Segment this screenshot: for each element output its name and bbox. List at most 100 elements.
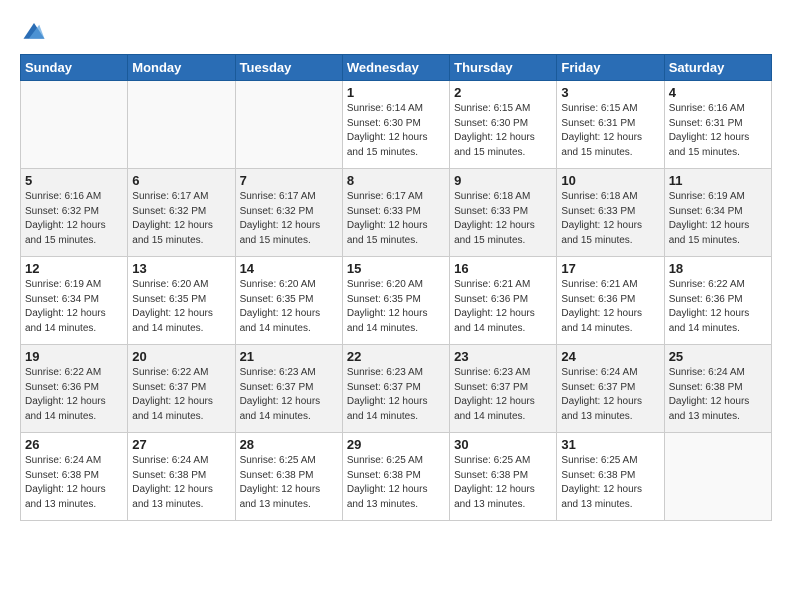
weekday-header-row: SundayMondayTuesdayWednesdayThursdayFrid… <box>21 55 772 81</box>
day-info: Sunrise: 6:17 AM Sunset: 6:32 PM Dayligh… <box>240 190 338 248</box>
calendar-cell: 1 Sunrise: 6:14 AM Sunset: 6:30 PM Daylig… <box>342 81 449 169</box>
day-info: Sunrise: 6:20 AM Sunset: 6:35 PM Dayligh… <box>347 278 445 336</box>
calendar-cell: 15 Sunrise: 6:20 AM Sunset: 6:35 PM Dayli… <box>342 257 449 345</box>
day-number: 4 <box>669 85 767 100</box>
day-number: 31 <box>561 437 659 452</box>
calendar-cell: 6 Sunrise: 6:17 AM Sunset: 6:32 PM Daylig… <box>128 169 235 257</box>
day-info: Sunrise: 6:21 AM Sunset: 6:36 PM Dayligh… <box>561 278 659 336</box>
day-info: Sunrise: 6:25 AM Sunset: 6:38 PM Dayligh… <box>454 454 552 512</box>
day-number: 2 <box>454 85 552 100</box>
day-info: Sunrise: 6:22 AM Sunset: 6:36 PM Dayligh… <box>669 278 767 336</box>
calendar-cell: 16 Sunrise: 6:21 AM Sunset: 6:36 PM Dayli… <box>450 257 557 345</box>
day-number: 3 <box>561 85 659 100</box>
calendar-week-row: 19Sunrise: 6:22 AM Sunset: 6:36 PM Dayli… <box>21 345 772 433</box>
day-info: Sunrise: 6:23 AM Sunset: 6:37 PM Dayligh… <box>240 366 338 424</box>
day-number: 5 <box>25 173 123 188</box>
day-info: Sunrise: 6:22 AM Sunset: 6:37 PM Dayligh… <box>132 366 230 424</box>
day-info: Sunrise: 6:24 AM Sunset: 6:37 PM Dayligh… <box>561 366 659 424</box>
day-number: 21 <box>240 349 338 364</box>
calendar-cell: 8 Sunrise: 6:17 AM Sunset: 6:33 PM Daylig… <box>342 169 449 257</box>
calendar-cell: 3 Sunrise: 6:15 AM Sunset: 6:31 PM Daylig… <box>557 81 664 169</box>
day-number: 27 <box>132 437 230 452</box>
day-number: 24 <box>561 349 659 364</box>
day-info: Sunrise: 6:21 AM Sunset: 6:36 PM Dayligh… <box>454 278 552 336</box>
day-number: 17 <box>561 261 659 276</box>
day-number: 18 <box>669 261 767 276</box>
calendar-cell: 19Sunrise: 6:22 AM Sunset: 6:36 PM Dayli… <box>21 345 128 433</box>
calendar-cell: 4 Sunrise: 6:16 AM Sunset: 6:31 PM Daylig… <box>664 81 771 169</box>
day-number: 26 <box>25 437 123 452</box>
day-number: 6 <box>132 173 230 188</box>
day-info: Sunrise: 6:24 AM Sunset: 6:38 PM Dayligh… <box>669 366 767 424</box>
day-info: Sunrise: 6:18 AM Sunset: 6:33 PM Dayligh… <box>454 190 552 248</box>
day-number: 12 <box>25 261 123 276</box>
weekday-header-monday: Monday <box>128 55 235 81</box>
calendar-cell: 31 Sunrise: 6:25 AM Sunset: 6:38 PM Dayli… <box>557 433 664 521</box>
day-number: 13 <box>132 261 230 276</box>
day-info: Sunrise: 6:24 AM Sunset: 6:38 PM Dayligh… <box>25 454 123 512</box>
calendar-cell <box>128 81 235 169</box>
weekday-header-friday: Friday <box>557 55 664 81</box>
calendar-cell: 21 Sunrise: 6:23 AM Sunset: 6:37 PM Dayli… <box>235 345 342 433</box>
calendar-week-row: 1 Sunrise: 6:14 AM Sunset: 6:30 PM Daylig… <box>21 81 772 169</box>
calendar-cell <box>664 433 771 521</box>
day-info: Sunrise: 6:25 AM Sunset: 6:38 PM Dayligh… <box>561 454 659 512</box>
day-number: 23 <box>454 349 552 364</box>
day-info: Sunrise: 6:25 AM Sunset: 6:38 PM Dayligh… <box>347 454 445 512</box>
day-number: 8 <box>347 173 445 188</box>
day-info: Sunrise: 6:20 AM Sunset: 6:35 PM Dayligh… <box>132 278 230 336</box>
day-number: 10 <box>561 173 659 188</box>
calendar-cell: 22 Sunrise: 6:23 AM Sunset: 6:37 PM Dayli… <box>342 345 449 433</box>
page: SundayMondayTuesdayWednesdayThursdayFrid… <box>0 0 792 612</box>
logo-icon <box>20 16 48 44</box>
day-info: Sunrise: 6:14 AM Sunset: 6:30 PM Dayligh… <box>347 102 445 160</box>
calendar-cell: 28Sunrise: 6:25 AM Sunset: 6:38 PM Dayli… <box>235 433 342 521</box>
day-number: 7 <box>240 173 338 188</box>
calendar-cell: 20 Sunrise: 6:22 AM Sunset: 6:37 PM Dayli… <box>128 345 235 433</box>
day-number: 15 <box>347 261 445 276</box>
calendar-cell: 17 Sunrise: 6:21 AM Sunset: 6:36 PM Dayli… <box>557 257 664 345</box>
calendar-week-row: 26 Sunrise: 6:24 AM Sunset: 6:38 PM Dayli… <box>21 433 772 521</box>
weekday-header-sunday: Sunday <box>21 55 128 81</box>
logo <box>20 16 52 44</box>
day-info: Sunrise: 6:25 AM Sunset: 6:38 PM Dayligh… <box>240 454 338 512</box>
calendar-cell: 18 Sunrise: 6:22 AM Sunset: 6:36 PM Dayli… <box>664 257 771 345</box>
weekday-header-thursday: Thursday <box>450 55 557 81</box>
calendar-cell: 24 Sunrise: 6:24 AM Sunset: 6:37 PM Dayli… <box>557 345 664 433</box>
calendar-table: SundayMondayTuesdayWednesdayThursdayFrid… <box>20 54 772 521</box>
day-number: 29 <box>347 437 445 452</box>
day-info: Sunrise: 6:17 AM Sunset: 6:33 PM Dayligh… <box>347 190 445 248</box>
day-number: 22 <box>347 349 445 364</box>
calendar-cell: 23 Sunrise: 6:23 AM Sunset: 6:37 PM Dayli… <box>450 345 557 433</box>
day-info: Sunrise: 6:23 AM Sunset: 6:37 PM Dayligh… <box>347 366 445 424</box>
weekday-header-tuesday: Tuesday <box>235 55 342 81</box>
calendar-cell: 30 Sunrise: 6:25 AM Sunset: 6:38 PM Dayli… <box>450 433 557 521</box>
day-number: 11 <box>669 173 767 188</box>
day-info: Sunrise: 6:19 AM Sunset: 6:34 PM Dayligh… <box>25 278 123 336</box>
day-number: 25 <box>669 349 767 364</box>
calendar-cell: 26 Sunrise: 6:24 AM Sunset: 6:38 PM Dayli… <box>21 433 128 521</box>
day-info: Sunrise: 6:18 AM Sunset: 6:33 PM Dayligh… <box>561 190 659 248</box>
day-number: 9 <box>454 173 552 188</box>
weekday-header-wednesday: Wednesday <box>342 55 449 81</box>
day-number: 16 <box>454 261 552 276</box>
day-info: Sunrise: 6:19 AM Sunset: 6:34 PM Dayligh… <box>669 190 767 248</box>
header <box>20 16 772 44</box>
calendar-cell: 13 Sunrise: 6:20 AM Sunset: 6:35 PM Dayli… <box>128 257 235 345</box>
calendar-cell: 12 Sunrise: 6:19 AM Sunset: 6:34 PM Dayli… <box>21 257 128 345</box>
day-info: Sunrise: 6:24 AM Sunset: 6:38 PM Dayligh… <box>132 454 230 512</box>
calendar-week-row: 12 Sunrise: 6:19 AM Sunset: 6:34 PM Dayli… <box>21 257 772 345</box>
day-info: Sunrise: 6:17 AM Sunset: 6:32 PM Dayligh… <box>132 190 230 248</box>
day-info: Sunrise: 6:20 AM Sunset: 6:35 PM Dayligh… <box>240 278 338 336</box>
day-number: 30 <box>454 437 552 452</box>
day-number: 1 <box>347 85 445 100</box>
calendar-cell <box>235 81 342 169</box>
calendar-cell: 9 Sunrise: 6:18 AM Sunset: 6:33 PM Daylig… <box>450 169 557 257</box>
day-info: Sunrise: 6:15 AM Sunset: 6:31 PM Dayligh… <box>561 102 659 160</box>
day-info: Sunrise: 6:15 AM Sunset: 6:30 PM Dayligh… <box>454 102 552 160</box>
day-info: Sunrise: 6:16 AM Sunset: 6:31 PM Dayligh… <box>669 102 767 160</box>
day-info: Sunrise: 6:23 AM Sunset: 6:37 PM Dayligh… <box>454 366 552 424</box>
day-info: Sunrise: 6:16 AM Sunset: 6:32 PM Dayligh… <box>25 190 123 248</box>
calendar-cell: 2 Sunrise: 6:15 AM Sunset: 6:30 PM Daylig… <box>450 81 557 169</box>
day-number: 20 <box>132 349 230 364</box>
